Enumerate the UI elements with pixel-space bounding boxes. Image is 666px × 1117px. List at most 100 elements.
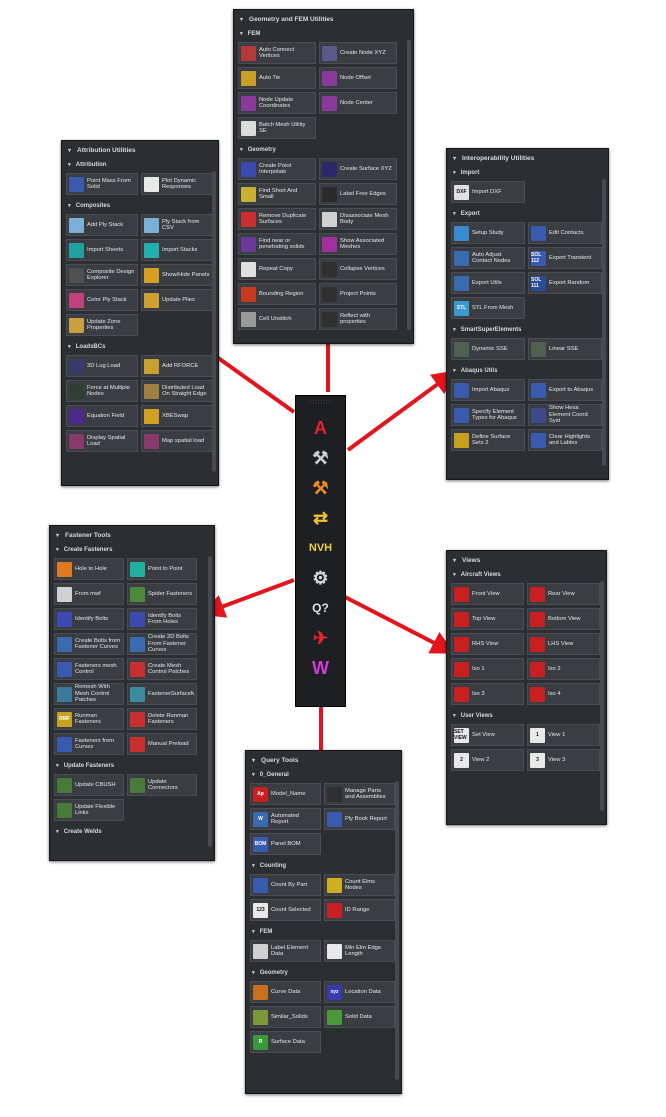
identify-bolts-button[interactable]: Identify Bolts — [54, 608, 124, 630]
view-2-button[interactable]: 2 View 2 — [451, 749, 524, 771]
create-bolts-from-fastener-curves-button[interactable]: Create Bolts from Fastener Curves — [54, 633, 124, 655]
interoperability-icon[interactable]: ⇄ — [304, 504, 338, 532]
top-view-button[interactable]: Top View — [451, 608, 524, 630]
view-1-button[interactable]: 1 View 1 — [527, 724, 600, 746]
attribution-icon[interactable]: A — [304, 414, 338, 442]
label-element-data-button[interactable]: Label Element Data — [250, 940, 321, 962]
aircraft-views-icon[interactable]: ✈ — [304, 624, 338, 652]
automated-report-button[interactable]: W Automated Report — [250, 808, 321, 830]
ply-book-report-button[interactable]: Ply Book Report — [324, 808, 395, 830]
manual-preload-button[interactable]: Manual Preload — [127, 733, 197, 755]
remove-duplicate-surfaces-button[interactable]: Remove Duplicate Surfaces — [238, 208, 316, 230]
section-header-0-general[interactable]: 0_General — [246, 768, 401, 781]
create-2d-bolts-from-fastener-curves-button[interactable]: Create 2D Bolts From Fastener Curves — [127, 633, 197, 655]
iso-4-button[interactable]: Iso 4 — [527, 683, 600, 705]
node-center-button[interactable]: Node Center — [319, 92, 397, 114]
solid-data-button[interactable]: Solid Data — [324, 1006, 395, 1028]
scrollbar[interactable] — [208, 556, 212, 847]
add-rforce-button[interactable]: Add RFORCE — [141, 355, 213, 377]
setup-study-button[interactable]: Setup Study — [451, 222, 525, 244]
project-points-button[interactable]: Project Points — [319, 283, 397, 305]
fastener-tools-icon[interactable]: ⚒ — [304, 474, 338, 502]
distributed-load-on-straight-edge-button[interactable]: Distributed Load On Straight Edge — [141, 380, 213, 402]
clear-highlights-and-lables-button[interactable]: Clear Highlights and Lables — [528, 429, 602, 451]
iso-1-button[interactable]: Iso 1 — [451, 658, 524, 680]
panel-title[interactable]: Attribution Utilities — [62, 141, 218, 158]
auto-adjust-contact-nodes-button[interactable]: Auto Adjust Contact Nodes — [451, 247, 525, 269]
label-free-edges-button[interactable]: Label Free Edges — [319, 183, 397, 205]
section-header-counting[interactable]: Counting — [246, 859, 401, 872]
manage-parts-and-assemblies-button[interactable]: Manage Parts and Assemblies — [324, 783, 395, 805]
specify-element-types-for-abaqus-button[interactable]: Specify Element Types for Abaqus — [451, 404, 525, 426]
from-mwf-button[interactable]: From mwf — [54, 583, 124, 605]
section-header-aircraft-views[interactable]: Aircraft Views — [447, 568, 606, 581]
panel-title[interactable]: Interoperability Utilities — [447, 149, 608, 166]
iso-2-button[interactable]: Iso 2 — [527, 658, 600, 680]
user-views-icon[interactable]: W — [304, 654, 338, 682]
query-tools-icon[interactable]: ⚙ — [304, 564, 338, 592]
create-mesh-control-patches-button[interactable]: Create Mesh Control Patches — [127, 658, 197, 680]
map-spatial-load-button[interactable]: Map spatial load — [141, 430, 213, 452]
count-by-part-button[interactable]: Count By Part — [250, 874, 321, 896]
model-name-button[interactable]: Ap Model_Name — [250, 783, 321, 805]
add-ply-stack-button[interactable]: Add Ply Stack — [66, 214, 138, 236]
id-range-button[interactable]: ID Range — [324, 899, 395, 921]
count-selected-button[interactable]: 123 Count Selected — [250, 899, 321, 921]
section-header-import[interactable]: Import — [447, 166, 608, 179]
delete-runman-fasteners-button[interactable]: Delete Runman Fasteners — [127, 708, 197, 730]
section-header-geometry[interactable]: Geometry — [246, 966, 401, 979]
section-header-create-fasteners[interactable]: Create Fasteners — [50, 543, 214, 556]
import-sheets-button[interactable]: Import Sheets — [66, 239, 138, 261]
show-hexa-element-coord-syst-button[interactable]: Show Hexa Element Coord Syst — [528, 404, 602, 426]
show-associated-meshes-button[interactable]: Show Associated Meshes — [319, 233, 397, 255]
force-at-multiple-nodes-button[interactable]: Force at Multiple Nodes — [66, 380, 138, 402]
cell-unstitch-button[interactable]: Cell Unstitch — [238, 308, 316, 330]
panel-title[interactable]: Query Tools — [246, 751, 401, 768]
create-point-interpolate-button[interactable]: Create Point Interpolate — [238, 158, 316, 180]
find-near-or-penetrating-solids-button[interactable]: Find near or penetrating solids — [238, 233, 316, 255]
section-header-abaqus-utils[interactable]: Abaqus Utils — [447, 364, 608, 377]
panel-title[interactable]: Fastener Tools — [50, 526, 214, 543]
export-utils-button[interactable]: Export Utils — [451, 272, 525, 294]
section-header-fem[interactable]: FEM — [246, 925, 401, 938]
node-update-coordinates-button[interactable]: Node Update Coordinates — [238, 92, 316, 114]
panel-title[interactable]: Views — [447, 551, 606, 568]
linear-sse-button[interactable]: Linear SSE — [528, 338, 602, 360]
auto-connect-vertices-button[interactable]: Auto Connect Vertices — [238, 42, 316, 64]
lhs-view-button[interactable]: LHS View — [527, 633, 600, 655]
scrollbar[interactable] — [395, 781, 399, 1080]
update-cbush-button[interactable]: Update CBUSH — [54, 774, 124, 796]
scrollbar[interactable] — [407, 40, 411, 330]
auto-tie-button[interactable]: Auto Tie — [238, 67, 316, 89]
update-connectors-button[interactable]: Update Connectors — [127, 774, 197, 796]
define-surface-sets-2-button[interactable]: Define Surface Sets 2 — [451, 429, 525, 451]
3d-lug-load-button[interactable]: 3D Lug Load — [66, 355, 138, 377]
export-random-button[interactable]: SOL 111 Export Random — [528, 272, 602, 294]
create-surface-xyz-button[interactable]: Create Surface XYZ — [319, 158, 397, 180]
update-plies-button[interactable]: Update Plies — [141, 289, 213, 311]
xbeswap-button[interactable]: XBESwap — [141, 405, 213, 427]
repeat-copy-button[interactable]: Repeat Copy — [238, 258, 316, 280]
node-offset-button[interactable]: Node Offset — [319, 67, 397, 89]
section-header-export[interactable]: Export — [447, 207, 608, 220]
panel-title[interactable]: Geometry and FEM Utilities — [234, 10, 413, 27]
fasteners-from-curves-button[interactable]: Fasteners from Curves — [54, 733, 124, 755]
point-to-point-button[interactable]: Point to Point — [127, 558, 197, 580]
surface-data-button[interactable]: R Surface Data — [250, 1031, 321, 1053]
reflect-with-properties-button[interactable]: Reflect with properties — [319, 308, 397, 330]
spider-fasteners-button[interactable]: Spider Fasteners — [127, 583, 197, 605]
iso-3-button[interactable]: Iso 3 — [451, 683, 524, 705]
ply-stack-from-csv-button[interactable]: Ply Stack from CSV — [141, 214, 213, 236]
stl-from-mesh-button[interactable]: STL STL From Mesh — [451, 297, 525, 319]
location-data-button[interactable]: xyz Location Data — [324, 981, 395, 1003]
view-3-button[interactable]: 3 View 3 — [527, 749, 600, 771]
color-ply-stack-button[interactable]: Color Ply Stack — [66, 289, 138, 311]
section-header-smartsuperelements[interactable]: SmartSuperElements — [447, 323, 608, 336]
section-header-fem[interactable]: FEM — [234, 27, 413, 40]
import-abaqus-button[interactable]: Import Abaqus — [451, 379, 525, 401]
dynamic-sse-button[interactable]: Dynamic SSE — [451, 338, 525, 360]
import-stacks-button[interactable]: Import Stacks — [141, 239, 213, 261]
fasteners-mesh-control-button[interactable]: Fasteners mesh Control — [54, 658, 124, 680]
hole-to-hole-button[interactable]: Hole to Hole — [54, 558, 124, 580]
display-spatial-load-button[interactable]: Display Spatial Load — [66, 430, 138, 452]
